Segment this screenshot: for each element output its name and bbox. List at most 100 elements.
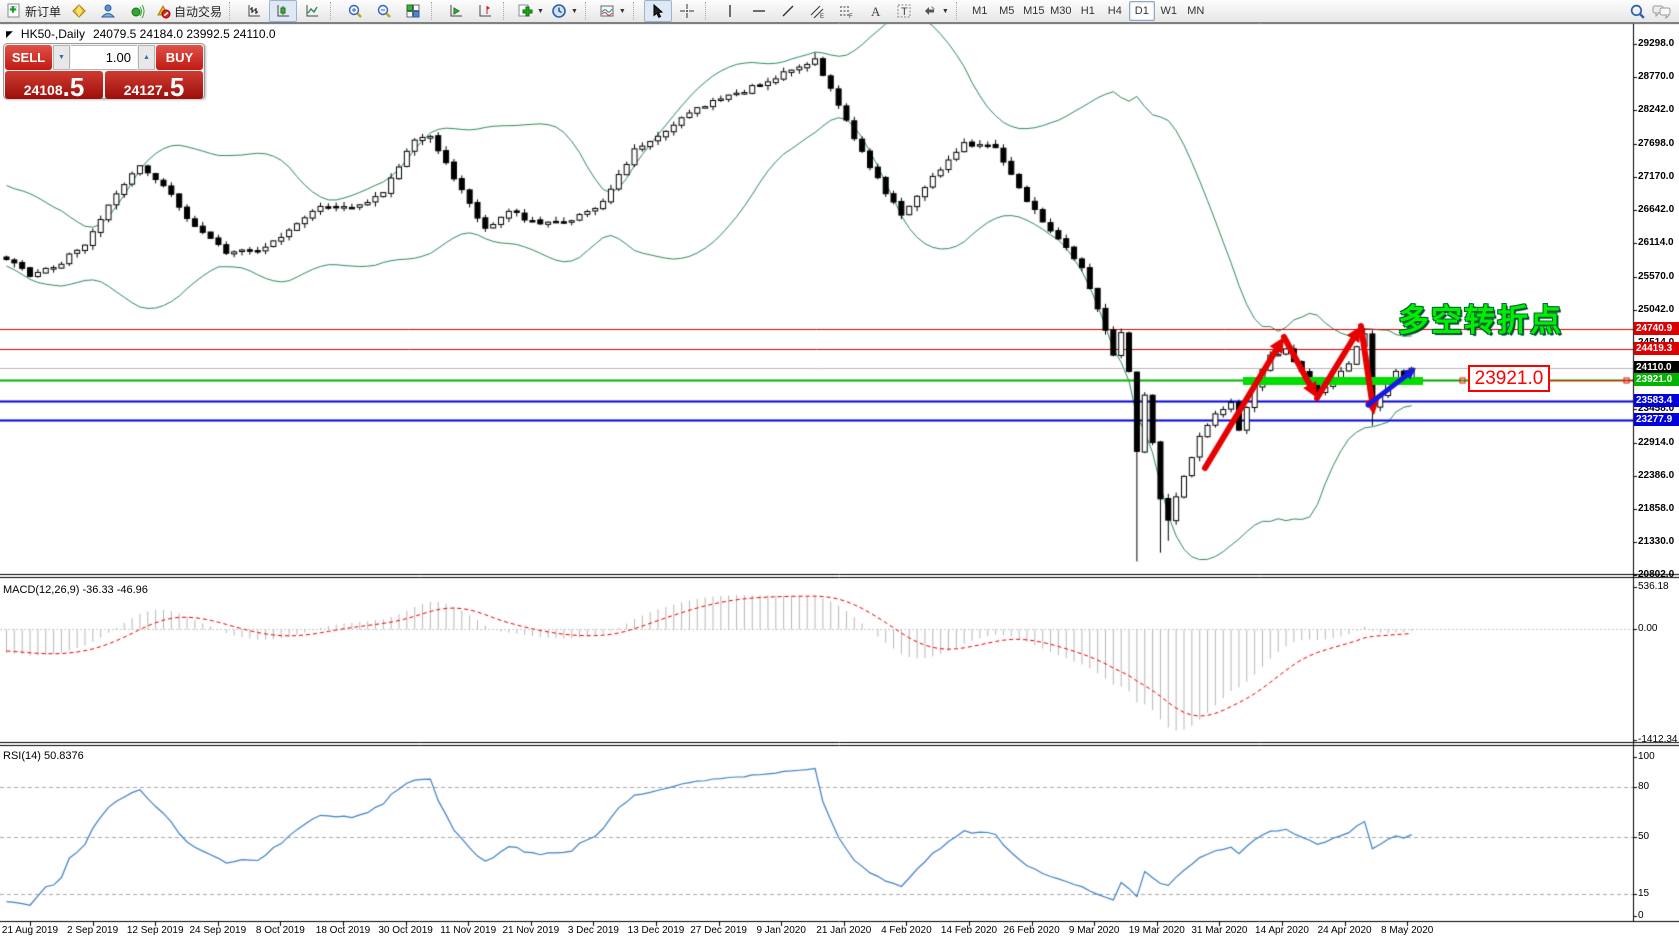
horizontal-line-button[interactable] [745, 0, 773, 22]
price-axis-tick: 25042.0 [1638, 304, 1675, 315]
rsi-axis-tick: 0 [1638, 910, 1644, 921]
toolbar-separator [330, 2, 337, 20]
signals-button[interactable] [94, 0, 122, 22]
chart-corner-icon: ◤ [6, 28, 13, 39]
candlestick-chart-icon [277, 5, 290, 17]
price-axis-tick: 20802.0 [1638, 569, 1675, 580]
bar-chart-button[interactable] [240, 0, 268, 22]
crosshair-icon [679, 4, 694, 18]
chat-icon[interactable] [1652, 3, 1671, 19]
price-axis-tick: 22914.0 [1638, 437, 1675, 448]
date-axis-label: 3 Dec 2019 [567, 925, 619, 936]
sell-button[interactable]: SELL [5, 45, 52, 70]
chart-title: ◤ HK50-,Daily 24079.5 24184.0 23992.5 24… [6, 27, 276, 41]
rsi-value: 50.8376 [43, 750, 84, 762]
rsi-axis-tick: 100 [1638, 751, 1655, 762]
vertical-line-icon [729, 5, 731, 17]
timeframe-button-w1[interactable]: W1 [1156, 1, 1182, 21]
text-a-icon: A [871, 4, 881, 19]
line-chart-button[interactable] [298, 0, 326, 22]
price-level-badge: 23277.9 [1634, 413, 1679, 426]
new-order-icon [7, 3, 20, 18]
text-label-button[interactable]: T [890, 0, 918, 22]
macd-axis-tick: -1412.34 [1638, 734, 1678, 745]
buy-price-main: 24127 [123, 82, 163, 98]
timeframe-button-h4[interactable]: H4 [1102, 1, 1128, 21]
auto-trading-label: 自动交易 [174, 4, 223, 19]
timeframe-button-m1[interactable]: M1 [967, 1, 993, 21]
volume-input[interactable] [71, 45, 137, 70]
rsi-axis-tick: 50 [1638, 831, 1650, 842]
price-axis-tick: 25570.0 [1638, 271, 1675, 282]
date-axis-label: 24 Sep 2019 [189, 925, 247, 936]
chart-canvas[interactable] [0, 0, 1679, 939]
trendline-button[interactable] [774, 0, 802, 22]
bar-chart-icon [248, 5, 261, 17]
date-axis-label: 18 Oct 2019 [315, 925, 371, 936]
new-order-label: 新订单 [25, 4, 62, 19]
one-click-trading-panel: SELL ▼ ▲ BUY 24108.5 24127.5 [3, 43, 205, 102]
arrows-button[interactable]: ▼ [919, 0, 952, 22]
chart-shift-button[interactable] [471, 0, 499, 22]
date-axis-label: 11 Nov 2019 [440, 925, 497, 936]
volume-decrease-button[interactable]: ▼ [53, 45, 70, 70]
gold-diamond-icon [72, 4, 86, 18]
tile-windows-button[interactable] [399, 0, 427, 22]
fibonacci-button[interactable]: F [832, 0, 860, 22]
date-axis-label: 2 Sep 2019 [67, 925, 119, 936]
toolbar-right-group [1629, 3, 1679, 20]
text-button[interactable]: A [861, 0, 889, 22]
zoom-in-button[interactable] [341, 0, 369, 22]
turning-point-annotation[interactable]: 多空转折点 [1398, 295, 1563, 340]
vertical-line-button[interactable] [716, 0, 744, 22]
auto-scroll-button[interactable] [442, 0, 470, 22]
buy-button[interactable]: BUY [156, 45, 203, 70]
chart-shift-icon [479, 5, 492, 17]
candlestick-chart-button[interactable] [269, 0, 298, 22]
cursor-button[interactable] [643, 0, 672, 22]
date-axis-label: 8 May 2020 [1381, 925, 1434, 936]
sell-price-main: 24108 [23, 82, 63, 98]
news-button[interactable] [123, 0, 151, 22]
sell-price-button[interactable]: 24108.5 [5, 71, 103, 102]
timeframe-bar: M1 M5 M15 M30 H1 H4 D1 W1 MN [967, 1, 1209, 21]
price-axis-tick: 29298.0 [1638, 38, 1675, 49]
template-icon [600, 5, 614, 17]
price-axis-tick: 27170.0 [1638, 171, 1675, 182]
date-axis-label: 27 Dec 2019 [690, 925, 747, 936]
add-indicator-icon [518, 4, 533, 17]
price-callout-box[interactable]: 23921.0 [1468, 365, 1550, 392]
svg-text:F: F [849, 14, 853, 19]
timeframe-button-h1[interactable]: H1 [1075, 1, 1101, 21]
date-axis-label: 30 Oct 2019 [378, 925, 433, 936]
trendline-icon [782, 5, 794, 17]
timeframe-button-m30[interactable]: M30 [1048, 1, 1074, 21]
search-icon[interactable] [1629, 3, 1646, 20]
timeframe-button-mn[interactable]: MN [1183, 1, 1209, 21]
timeframe-button-m15[interactable]: M15 [1021, 1, 1047, 21]
price-axis-tick: 28770.0 [1638, 71, 1675, 82]
equidistant-channel-button[interactable]: E [803, 0, 831, 22]
arrow-shapes-icon [924, 6, 935, 15]
date-axis-label: 8 Oct 2019 [255, 925, 305, 936]
date-axis-label: 31 Mar 2020 [1191, 925, 1248, 936]
zoom-out-button[interactable] [370, 0, 398, 22]
market-button[interactable] [65, 0, 93, 22]
volume-increase-button[interactable]: ▲ [138, 45, 155, 70]
ohlc-values: 24079.5 24184.0 23992.5 24110.0 [92, 27, 276, 41]
timeframe-button-d1[interactable]: D1 [1128, 1, 1155, 21]
sell-price-frac: .5 [62, 72, 85, 102]
symbol-period-label: HK50-,Daily [20, 27, 85, 41]
auto-trading-button[interactable]: 自动交易 [152, 0, 225, 22]
timeframe-button-m5[interactable]: M5 [994, 1, 1020, 21]
macd-axis-tick: 536.18 [1638, 581, 1669, 592]
new-order-button[interactable]: 新订单 [3, 0, 64, 22]
price-level-badge: 23921.0 [1634, 373, 1679, 386]
crosshair-button[interactable] [673, 0, 701, 22]
indicators-button[interactable]: ▼ [514, 0, 547, 22]
price-level-badge: 23583.4 [1634, 394, 1679, 407]
periods-button[interactable]: ▼ [548, 0, 581, 22]
templates-button[interactable]: ▼ [596, 0, 629, 22]
clock-icon [552, 4, 566, 18]
buy-price-button[interactable]: 24127.5 [105, 71, 203, 100]
